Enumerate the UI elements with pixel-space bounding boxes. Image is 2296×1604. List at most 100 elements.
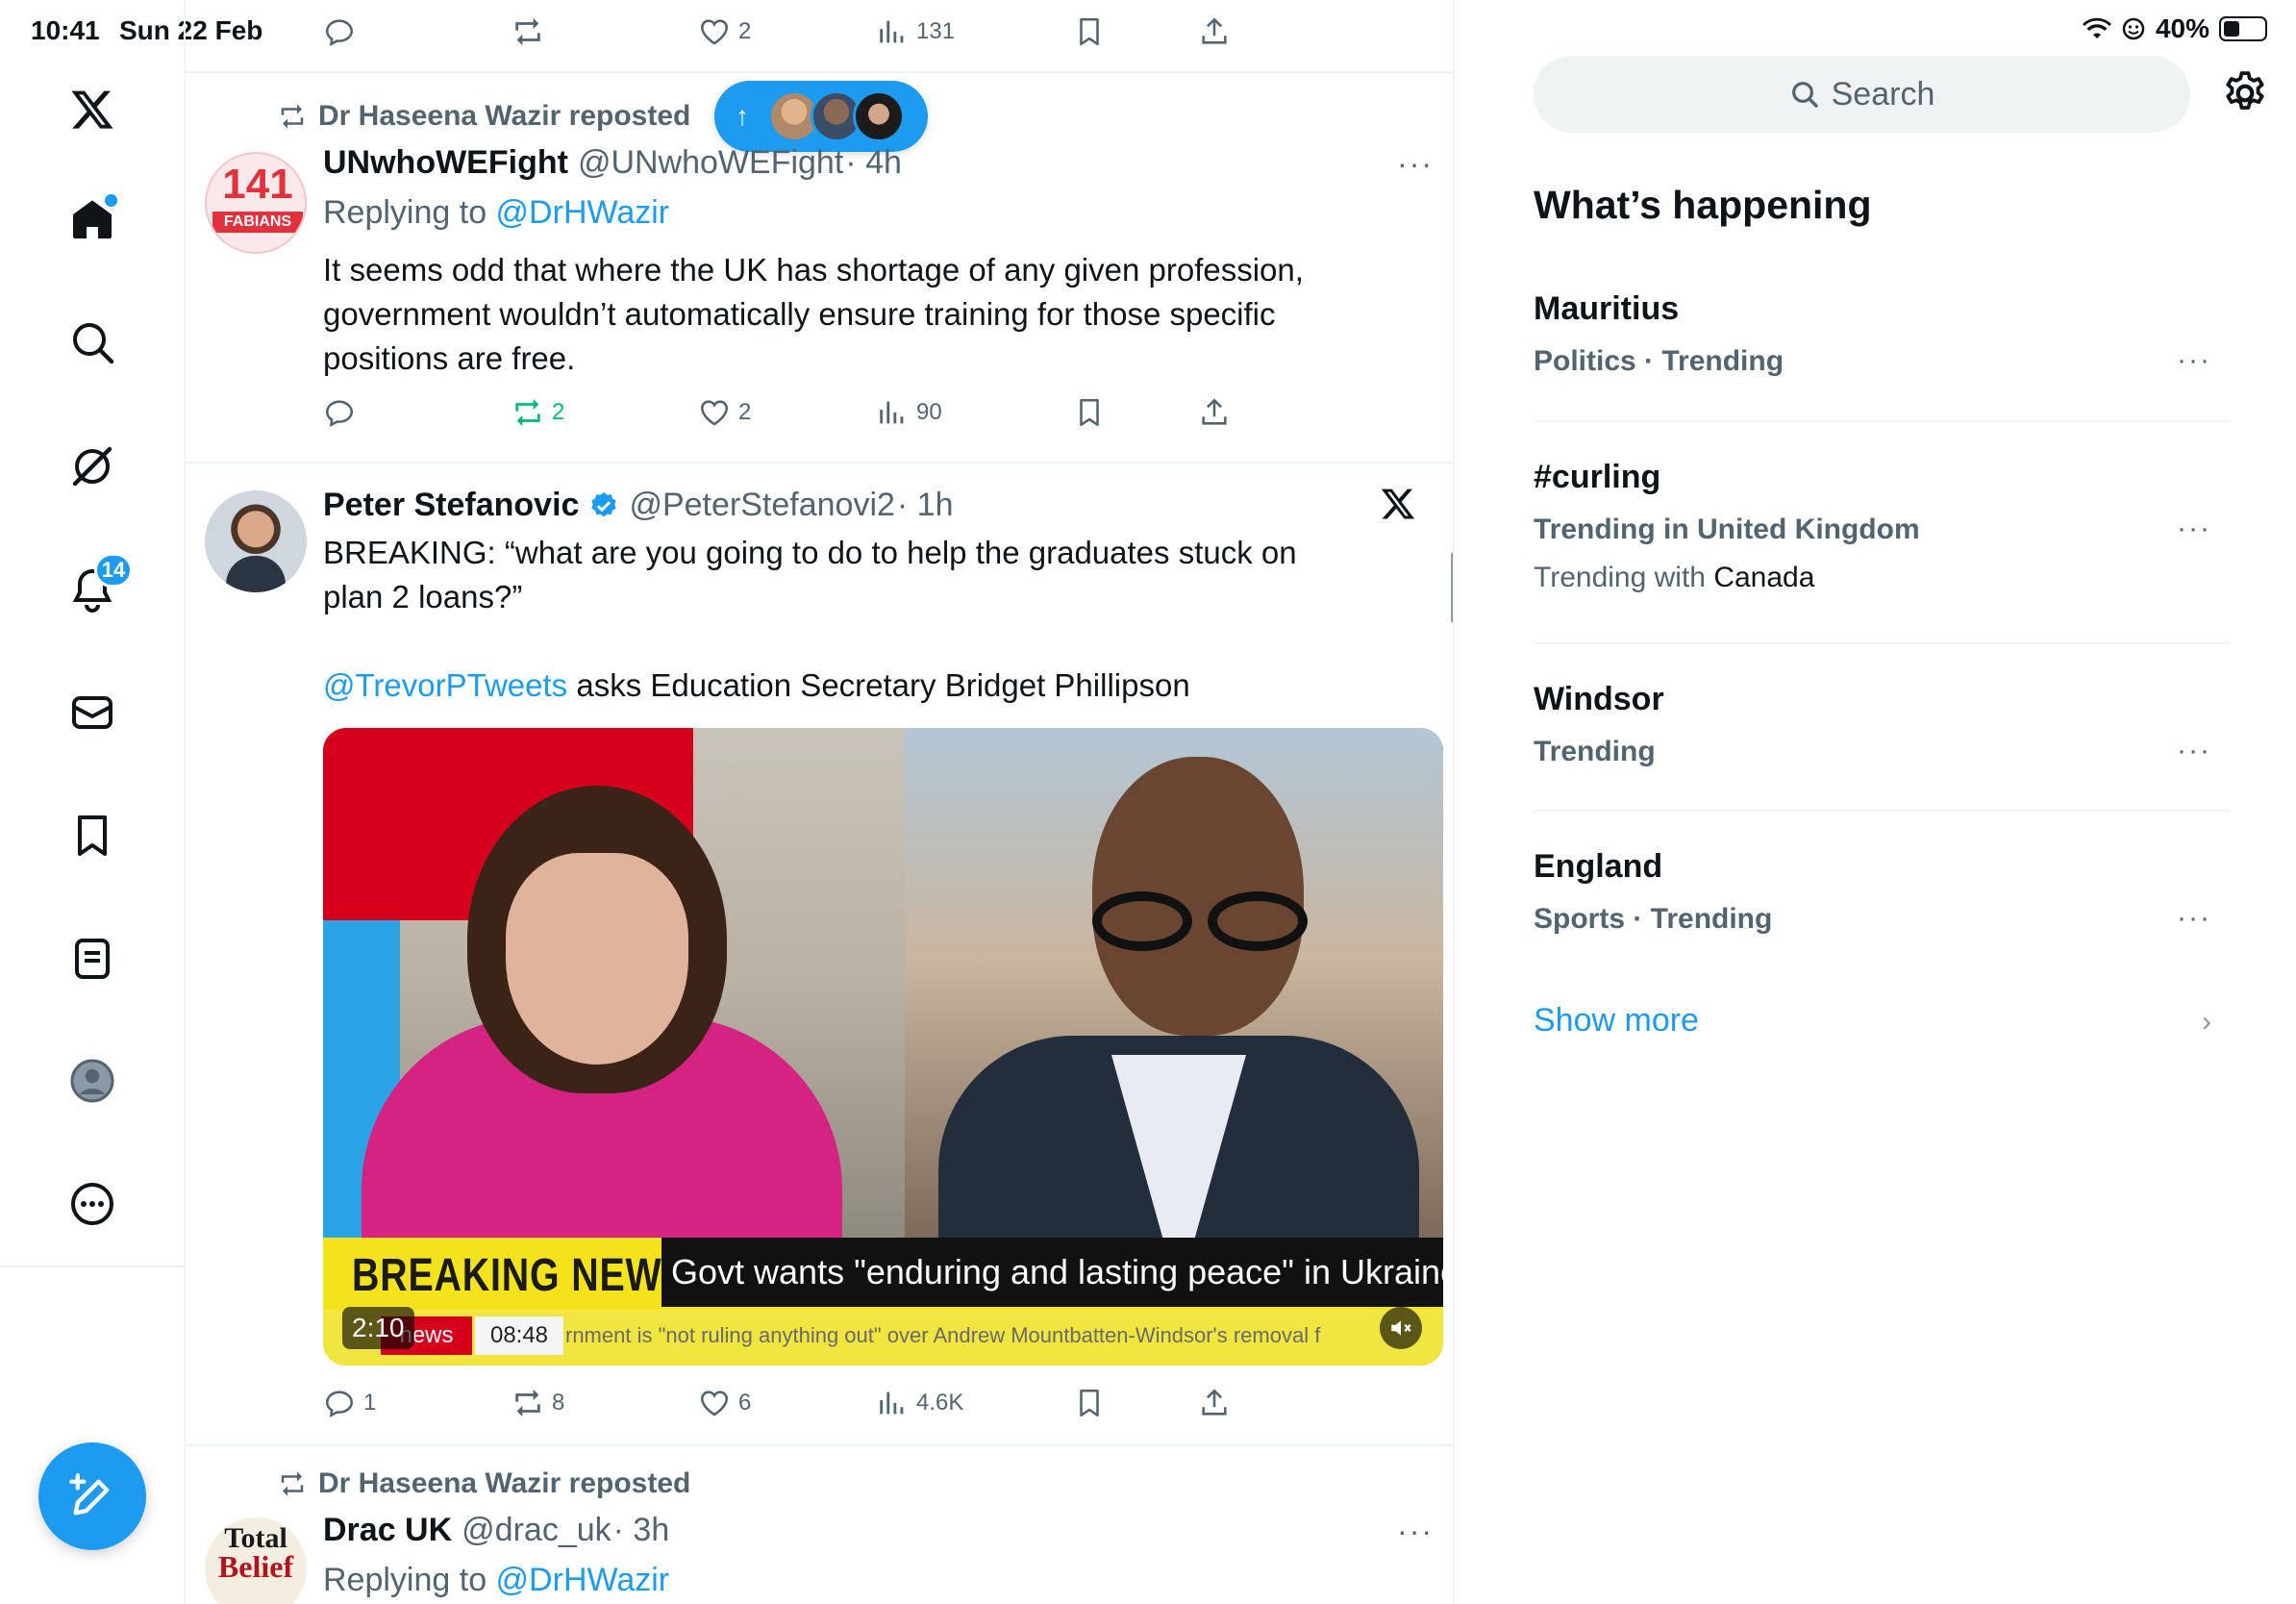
reply-button[interactable] [323, 396, 356, 429]
compose-post-button[interactable] [38, 1442, 146, 1550]
reply-icon [325, 1391, 354, 1418]
trend-item[interactable]: Mauritius Politics · Trending ··· [1534, 290, 2231, 378]
news-clock: 08:48 [475, 1316, 563, 1355]
trend-with-value: Canada [1713, 562, 1815, 593]
reposted-by-text: Dr Haseena Wazir reposted [318, 100, 691, 132]
profile-icon[interactable] [63, 1052, 121, 1110]
trend-more-button[interactable]: ··· [2177, 344, 2211, 377]
tweet-text: It seems odd that where the UK has short… [323, 252, 1304, 376]
replying-to: Replying to @DrHWazir [323, 194, 669, 232]
arrow-up-icon: ↑ [736, 101, 749, 131]
view-count: 90 [916, 399, 942, 425]
views-button[interactable]: 90 [876, 396, 942, 429]
reply-count: 1 [363, 1390, 377, 1416]
views-button[interactable]: 4.6K [876, 1387, 963, 1419]
search-placeholder: Search [1831, 75, 1935, 113]
repost-icon [281, 1471, 304, 1496]
x-logo-icon[interactable] [63, 81, 121, 138]
lists-icon[interactable] [63, 930, 121, 988]
repost-button[interactable] [512, 15, 544, 48]
views-icon [880, 1391, 904, 1415]
like-button[interactable]: 2 [698, 396, 751, 429]
gear-icon[interactable] [2221, 69, 2269, 117]
mention-link[interactable]: @TrevorPTweets [323, 667, 567, 703]
trend-more-button[interactable]: ··· [2177, 513, 2211, 545]
bookmark-icon [1080, 398, 1099, 427]
reply-icon [325, 400, 354, 428]
more-options-button[interactable]: ··· [1397, 146, 1434, 182]
search-input[interactable]: Search [1534, 56, 2190, 133]
share-button[interactable] [1198, 15, 1231, 48]
show-more-link[interactable]: Show more [1534, 1002, 1699, 1040]
avatar[interactable]: 141 FABIANS [205, 152, 307, 254]
tweet-header: Drac UK @drac_uk · 3h [323, 1512, 669, 1549]
home-icon[interactable] [63, 190, 121, 248]
share-button[interactable] [1198, 396, 1231, 429]
tweet-text-rest: asks Education Secretary Bridget Phillip… [567, 667, 1190, 703]
trend-with-prefix: Trending with [1534, 562, 1714, 593]
repost-button[interactable]: 8 [512, 1387, 564, 1419]
bookmark-button[interactable] [1073, 396, 1106, 429]
mute-button[interactable] [1380, 1307, 1422, 1349]
like-button[interactable]: 6 [698, 1387, 751, 1419]
author-handle[interactable]: @PeterStefanovi2 [629, 487, 894, 524]
author-name[interactable]: Peter Stefanovic [323, 487, 579, 524]
grok-icon[interactable] [63, 438, 121, 495]
share-button[interactable] [1198, 1387, 1231, 1419]
avatar[interactable]: Total Belief [205, 1517, 307, 1604]
views-icon [880, 401, 904, 424]
trend-more-button[interactable]: ··· [2177, 902, 2211, 935]
repost-context: Dr Haseena Wazir reposted [278, 100, 690, 133]
heart-icon [700, 1391, 729, 1416]
bookmark-button[interactable] [1073, 1387, 1106, 1419]
trend-item[interactable]: England Sports · Trending ··· [1534, 848, 2231, 936]
views-icon [880, 20, 904, 43]
repost-icon [515, 17, 540, 46]
tweet-divider [186, 462, 1453, 464]
more-options-button[interactable]: ··· [1397, 1514, 1434, 1549]
video-player[interactable]: BREAKING NEWS Govt wants "enduring and l… [323, 728, 1443, 1366]
reply-button[interactable]: 1 [323, 1387, 376, 1419]
more-icon[interactable] [63, 1175, 121, 1233]
chevron-right-icon: › [2202, 1006, 2211, 1038]
trend-item[interactable]: #curling Trending in United Kingdom Tren… [1534, 459, 2231, 594]
reply-button[interactable] [323, 15, 356, 48]
author-handle[interactable]: @UNwhoWEFight [578, 144, 843, 182]
author-handle[interactable]: @drac_uk [462, 1512, 611, 1549]
trend-name: #curling [1534, 459, 1661, 495]
like-count: 6 [738, 1390, 752, 1416]
messages-icon[interactable] [63, 684, 121, 741]
avatar-logo-subtext: Belief [217, 1549, 294, 1584]
home-unread-dot [105, 194, 117, 207]
trend-meta: Trending [1534, 736, 1656, 767]
new-posts-pill[interactable]: ↑ [714, 81, 928, 152]
author-name[interactable]: Drac UK [323, 1512, 452, 1549]
trend-meta: Sports · Trending [1534, 903, 1773, 935]
pill-avatar [853, 90, 905, 142]
tweet-time: · 4h [845, 144, 902, 181]
timeline-scrollbar[interactable] [1451, 552, 1453, 623]
heart-icon [700, 19, 729, 45]
notifications-icon[interactable]: 14 [63, 553, 133, 618]
avatar-logo-text: Total [224, 1522, 287, 1554]
trend-more-button[interactable]: ··· [2177, 735, 2211, 767]
timeline: 2 131 ↑ Dr Haseena Wazir reposted 141 FA… [186, 0, 1455, 1604]
replying-to-mention[interactable]: @DrHWazir [496, 194, 670, 231]
x-grok-icon[interactable] [1380, 486, 1416, 522]
replying-to-mention[interactable]: @DrHWazir [496, 1562, 670, 1598]
avatar[interactable] [205, 490, 307, 592]
repost-button[interactable]: 2 [512, 396, 564, 429]
tweet-header: Peter Stefanovic @PeterStefanovi2 · 1h [323, 487, 954, 524]
views-button[interactable]: 131 [876, 15, 955, 48]
trend-divider [1534, 420, 2231, 422]
search-icon[interactable] [63, 313, 121, 371]
nav-divider [0, 1266, 186, 1267]
like-button[interactable]: 2 [698, 15, 751, 48]
author-name[interactable]: UNwhoWEFight [323, 144, 568, 182]
tweet-text: BREAKING: “what are you going to do to h… [323, 535, 1297, 614]
search-icon [1791, 82, 1818, 108]
repost-count: 8 [552, 1390, 565, 1416]
bookmark-button[interactable] [1073, 15, 1106, 48]
trend-item[interactable]: Windsor Trending ··· [1534, 681, 2231, 768]
bookmarks-icon[interactable] [63, 807, 121, 865]
